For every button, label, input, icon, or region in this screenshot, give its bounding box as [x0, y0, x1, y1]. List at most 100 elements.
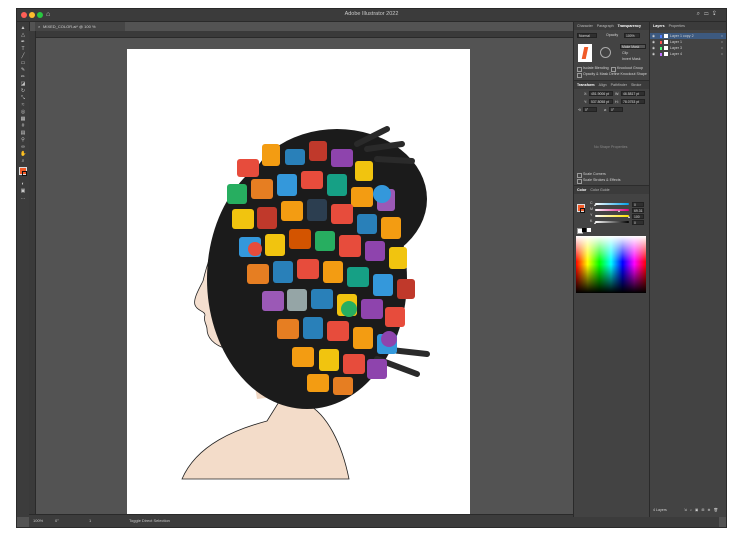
- eraser-tool-icon[interactable]: ◪: [20, 82, 26, 87]
- more-tools-icon[interactable]: ···: [20, 197, 26, 202]
- tab-layers[interactable]: Layers: [653, 24, 665, 28]
- x-input[interactable]: 451.9006 pt: [589, 91, 613, 96]
- layer-thumbnail: [664, 52, 668, 56]
- zoom-tool-icon[interactable]: ⌕: [20, 159, 26, 164]
- rotation-angle[interactable]: 0°: [55, 518, 59, 523]
- direct-selection-tool-icon[interactable]: △: [20, 33, 26, 38]
- color-channel-value[interactable]: 0: [632, 220, 644, 225]
- layer-name: Layer 4: [670, 52, 682, 56]
- color-channel-value[interactable]: 0: [632, 202, 644, 207]
- width-tool-icon[interactable]: ≈: [20, 103, 26, 108]
- layer-count: 4 Layers: [653, 508, 667, 512]
- eyedropper-tool-icon[interactable]: ⚲: [20, 138, 26, 143]
- color-channel-slider-knob[interactable]: [594, 204, 596, 207]
- document-tab[interactable]: × MIXED_COLOR.ai* @ 100 % (CMYK/Preview): [35, 22, 125, 38]
- opacity-input[interactable]: 100%: [624, 33, 640, 38]
- opacity-mask-label: Opacity & Mask Define Knockout Shape: [583, 72, 647, 76]
- stroke-swatch[interactable]: [22, 171, 27, 176]
- perspective-tool-icon[interactable]: ▦: [20, 117, 26, 122]
- horizontal-ruler[interactable]: [35, 31, 575, 38]
- blend-mode-select[interactable]: Normal: [577, 33, 597, 38]
- color-spectrum[interactable]: [576, 236, 646, 293]
- workspace-icon[interactable]: ▭: [704, 11, 713, 17]
- scale-tool-icon[interactable]: ⤡: [20, 96, 26, 101]
- gradient-tool-icon[interactable]: ▤: [20, 131, 26, 136]
- height-input[interactable]: 78.0753 pt: [621, 99, 645, 104]
- shear-input[interactable]: 0°: [609, 107, 623, 112]
- y-input[interactable]: 537.8058 pt: [589, 99, 613, 104]
- width-input[interactable]: 46.5817 pt: [621, 91, 645, 96]
- color-channel-slider-knob[interactable]: [594, 222, 596, 225]
- layer-color-chip: [660, 34, 662, 38]
- illustrator-window: ⌂ Adobe Illustrator 2022 ⌕▭⇪ ▲ △ ✒ T ╱ ▭…: [16, 8, 727, 528]
- tab-pathfinder[interactable]: Pathfinder: [611, 83, 627, 87]
- color-channel-label: Y: [590, 213, 593, 217]
- layer-target-icon[interactable]: ○: [721, 51, 723, 57]
- knockout-group-label: Knockout Group: [617, 66, 643, 70]
- color-panel-tabs: Color Color Guide: [574, 186, 650, 194]
- layer-color-chip: [660, 52, 662, 56]
- draw-mode-icon[interactable]: ◐: [20, 182, 26, 187]
- title-bar: ⌂ Adobe Illustrator 2022 ⌕▭⇪: [17, 9, 726, 22]
- color-channel-slider[interactable]: [595, 203, 629, 205]
- make-mask-button[interactable]: Make Mask: [620, 44, 646, 49]
- current-tool-label: Toggle Direct Selection: [129, 518, 170, 523]
- screen-mode-icon[interactable]: ▣: [20, 189, 26, 194]
- mask-thumbnail[interactable]: [600, 47, 611, 58]
- opacity-mask-checkbox[interactable]: [577, 73, 582, 78]
- tab-align[interactable]: Align: [599, 83, 607, 87]
- selection-tool-icon[interactable]: ▲: [20, 26, 26, 31]
- tab-color-guide[interactable]: Color Guide: [590, 188, 609, 192]
- visibility-eye-icon[interactable]: ◉: [652, 51, 655, 57]
- rotate-tool-icon[interactable]: ↻: [20, 89, 26, 94]
- tab-paragraph[interactable]: Paragraph: [597, 24, 614, 28]
- tab-color[interactable]: Color: [577, 188, 586, 192]
- line-tool-icon[interactable]: ╱: [20, 54, 26, 59]
- scale-strokes-checkbox[interactable]: [577, 179, 582, 184]
- h-label: H:: [615, 100, 619, 104]
- close-document-icon[interactable]: ×: [38, 22, 40, 31]
- color-channel-slider-knob[interactable]: [617, 210, 620, 213]
- tab-transform[interactable]: Transform: [577, 83, 595, 87]
- color-stroke-swatch[interactable]: [580, 208, 585, 213]
- color-channel-label: M: [590, 207, 593, 211]
- delete-layer-icon[interactable]: 🗑: [713, 508, 721, 512]
- layer-row[interactable]: ◉ Layer 4 ○: [650, 51, 726, 57]
- share-icon[interactable]: ⇪: [713, 11, 720, 17]
- pen-tool-icon[interactable]: ✒: [20, 40, 26, 45]
- layer-thumbnail: [664, 34, 668, 38]
- brush-tool-icon[interactable]: ✎: [20, 68, 26, 73]
- mesh-tool-icon[interactable]: #: [20, 124, 26, 129]
- pencil-tool-icon[interactable]: ✏: [20, 75, 26, 80]
- color-channel-slider-knob[interactable]: [628, 216, 630, 219]
- artboard[interactable]: [127, 49, 470, 519]
- color-channel-slider[interactable]: [595, 215, 629, 217]
- color-channel-slider[interactable]: [595, 221, 629, 223]
- rectangle-tool-icon[interactable]: ▭: [20, 61, 26, 66]
- hand-tool-icon[interactable]: ✋: [20, 152, 26, 157]
- tab-stroke[interactable]: Stroke: [631, 83, 641, 87]
- black-swatch[interactable]: [582, 228, 586, 232]
- color-channel-value[interactable]: 100: [632, 214, 644, 219]
- color-channel-slider[interactable]: [595, 209, 629, 211]
- color-channel-value[interactable]: 69.31: [632, 208, 644, 213]
- shear-icon: ⧄: [604, 108, 607, 112]
- blend-tool-icon[interactable]: ∞: [20, 145, 26, 150]
- tab-character[interactable]: Character: [577, 24, 593, 28]
- rotate-input[interactable]: 0°: [583, 107, 597, 112]
- scale-corners-checkbox[interactable]: [577, 173, 582, 178]
- zoom-level[interactable]: 100%: [33, 518, 43, 523]
- invert-mask-label: Invert Mask: [622, 57, 641, 61]
- shape-builder-tool-icon[interactable]: ◎: [20, 110, 26, 115]
- transform-panel-tabs: Transform Align Pathfinder Stroke: [574, 81, 650, 89]
- tab-transparency[interactable]: Transparency: [618, 24, 641, 28]
- window-toolbar-icons: ⌕▭⇪: [697, 11, 720, 18]
- search-icon[interactable]: ⌕: [697, 11, 704, 17]
- vertical-ruler[interactable]: [29, 31, 36, 517]
- fill-thumbnail: [578, 44, 592, 62]
- artboard-number[interactable]: 1: [89, 518, 91, 523]
- white-swatch[interactable]: [587, 228, 591, 232]
- type-tool-icon[interactable]: T: [20, 47, 26, 52]
- tab-properties[interactable]: Properties: [669, 24, 685, 28]
- isolate-blending-checkbox[interactable]: [577, 67, 582, 72]
